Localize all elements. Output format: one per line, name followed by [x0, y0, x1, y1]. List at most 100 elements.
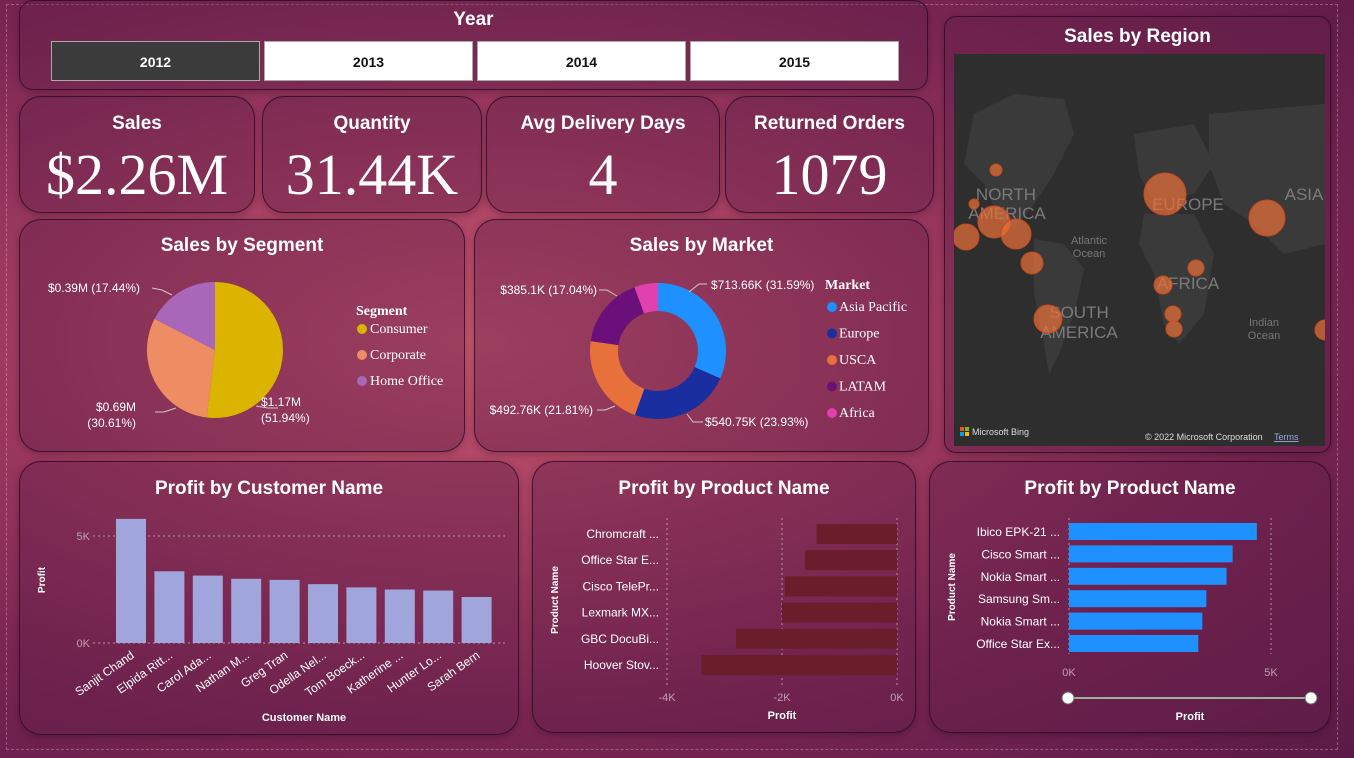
- kpi-sales-value: $2.26M: [45, 142, 229, 207]
- map-label-asia: ASIA: [1285, 185, 1324, 204]
- product-bottom-y-tick-label: Lexmark MX...: [582, 606, 659, 620]
- kpi-returns-title: Returned Orders: [754, 113, 905, 134]
- customer-bar-sanjit-chand: [116, 518, 146, 643]
- product-bottom-y-tick-label: Office Star E...: [581, 553, 659, 567]
- customer-bar-odella-nel: [308, 584, 338, 643]
- map-sales-bubble: [1187, 259, 1205, 277]
- product-bottom-bar-cisco-telepr: [784, 576, 897, 597]
- product-top-bar-office-star-ex: [1069, 635, 1199, 652]
- market-legend-title: Market: [825, 278, 870, 293]
- customer-bar-tom-boeck: [346, 587, 377, 643]
- market-leader-asia-pacific: [688, 283, 707, 293]
- profit-by-product-top-card: Profit by Product Name 0K 5K Profit Product…: [929, 461, 1331, 733]
- segment-legend-marker-home-office: [357, 376, 367, 386]
- market-slice-usca: [590, 341, 645, 415]
- map-sales-bubble: [1020, 251, 1044, 275]
- map-title: Sales by Region: [1064, 26, 1211, 47]
- market-legend-label-latam: LATAM: [839, 380, 887, 395]
- year-option-2015[interactable]: 2015: [690, 41, 899, 81]
- map-sales-bubble: [1165, 320, 1183, 338]
- market-legend-label-europe: Europe: [839, 327, 879, 342]
- product-bottom-x-tick: -4K: [658, 692, 676, 704]
- sales-by-segment-card: Sales by Segment $1.17M (51.94%) $0.69M (30…: [19, 219, 465, 452]
- sales-by-market-card: Sales by Market $713.66K (31.59%) $540.75…: [474, 219, 929, 452]
- year-slicer-title: Year: [453, 9, 494, 30]
- market-leader-usca: [597, 405, 616, 411]
- map-label-north-america: NORTH: [976, 185, 1036, 204]
- map-label-indian: Indian: [1249, 317, 1279, 329]
- market-slice-europe: [634, 367, 721, 419]
- customer-bar-elpida-ritt: [154, 571, 185, 643]
- market-leader-europe: [686, 413, 703, 423]
- year-option-2012[interactable]: 2012: [51, 41, 260, 81]
- sales-by-segment-chart: $1.17M (51.94%) $0.69M (30.61%) $0.39M (17.4…: [48, 281, 443, 430]
- customer-y-tick: 5K: [77, 531, 91, 543]
- market-data-label-asia-pacific: $713.66K (31.59%): [711, 278, 814, 292]
- segment-legend-label-consumer: Consumer: [370, 322, 428, 337]
- segment-data-label-consumer: $1.17M: [261, 395, 301, 409]
- segment-leader-home-office: [151, 287, 173, 296]
- product-top-y-tick-label: Office Star Ex...: [976, 637, 1060, 651]
- product-bottom-bar-lexmark-mx: [782, 602, 897, 623]
- product-bottom-y-axis-title: Product Name: [550, 566, 561, 634]
- customer-bar-nathan-m: [231, 578, 262, 643]
- map-sales-bubble: [1143, 172, 1187, 216]
- map-sales-bubble: [1248, 199, 1286, 237]
- kpi-delivery-value: 4: [588, 142, 618, 207]
- map-label-atlantic: Ocean: [1073, 248, 1105, 260]
- product-bottom-y-tick-label: Hoover Stov...: [584, 658, 659, 672]
- customer-bar-hunter-lo: [423, 590, 454, 643]
- map-copyright: © 2022 Microsoft Corporation: [1145, 432, 1263, 442]
- sales-by-region-card: Sales by Region NORTH AMERICA SOUTH AMER…: [944, 16, 1331, 453]
- year-option-2014[interactable]: 2014: [477, 41, 686, 81]
- market-legend-label-africa: Africa: [839, 406, 876, 421]
- market-legend-marker-latam: [827, 381, 837, 392]
- segment-data-label-corporate: $0.69M: [96, 400, 136, 414]
- customer-bar-sarah-bern: [461, 596, 492, 643]
- product-top-x-tick: 5K: [1264, 667, 1278, 679]
- product-top-bar-cisco-smart: [1069, 545, 1233, 563]
- segment-legend-marker-consumer: [357, 324, 367, 334]
- segment-legend-title: Segment: [356, 304, 408, 319]
- market-leader-latam: [599, 289, 618, 297]
- product-bottom-x-tick: -2K: [773, 692, 791, 704]
- customer-x-axis-title: Customer Name: [262, 712, 346, 724]
- product-top-x-tick: 0K: [1062, 667, 1076, 679]
- map-sales-bubble: [1033, 304, 1063, 334]
- profit-by-product-top-chart: 0K 5K Profit Product Name Ibico EPK-21 ... Ci…: [947, 518, 1318, 723]
- kpi-sales-title: Sales: [112, 113, 162, 134]
- product-top-y-tick-label: Cisco Smart ...: [981, 547, 1060, 561]
- segment-data-label-consumer: (51.94%): [261, 411, 310, 425]
- segment-legend-label-home-office: Home Office: [370, 374, 443, 389]
- product-bottom-bar-gbc-docubi: [736, 628, 897, 649]
- year-slicer: Year 2012 2013 2014 2015: [19, 0, 928, 90]
- segment-legend-marker-corporate: [357, 350, 367, 360]
- market-data-label-europe: $540.75K (23.93%): [705, 415, 808, 429]
- customer-y-axis-title: Profit: [37, 566, 48, 593]
- sales-by-region-map[interactable]: NORTH AMERICA SOUTH AMERICA EUROPE ASIA …: [954, 54, 1325, 446]
- market-legend-marker-africa: [827, 408, 837, 418]
- market-legend-label-usca: USCA: [839, 353, 877, 368]
- map-sales-bubble: [1314, 319, 1325, 341]
- market-legend-marker-europe: [827, 328, 837, 339]
- product-bottom-x-axis-title: Profit: [768, 710, 797, 722]
- map-terms-link[interactable]: Terms: [1274, 432, 1299, 442]
- segment-legend-label-corporate: Corporate: [370, 348, 426, 363]
- map-label-indian: Ocean: [1248, 330, 1280, 342]
- map-sales-bubble: [989, 163, 1003, 177]
- segment-leader-corporate: [155, 407, 177, 413]
- profit-range-slider-min-handle[interactable]: [1061, 691, 1075, 705]
- profit-by-product-bottom-chart: -4K -2K 0K Profit Product Name Chromcraft ...…: [550, 518, 904, 722]
- bing-logo: [960, 427, 969, 436]
- map-sales-bubble: [954, 223, 980, 251]
- market-data-label-latam: $385.1K (17.04%): [500, 283, 597, 297]
- profit-range-slider-max-handle[interactable]: [1304, 691, 1318, 705]
- product-top-bar-ibico-epk-21: [1069, 523, 1257, 540]
- product-top-y-tick-label: Nokia Smart ...: [981, 570, 1060, 584]
- market-legend-label-asia-pacific: Asia Pacific: [839, 300, 907, 315]
- customer-bar-carol-ada: [192, 575, 223, 643]
- market-slice-latam: [590, 287, 645, 346]
- year-option-2013[interactable]: 2013: [264, 41, 473, 81]
- product-top-y-tick-label: Samsung Sm...: [978, 592, 1060, 606]
- product-top-y-tick-label: Ibico EPK-21 ...: [977, 525, 1060, 539]
